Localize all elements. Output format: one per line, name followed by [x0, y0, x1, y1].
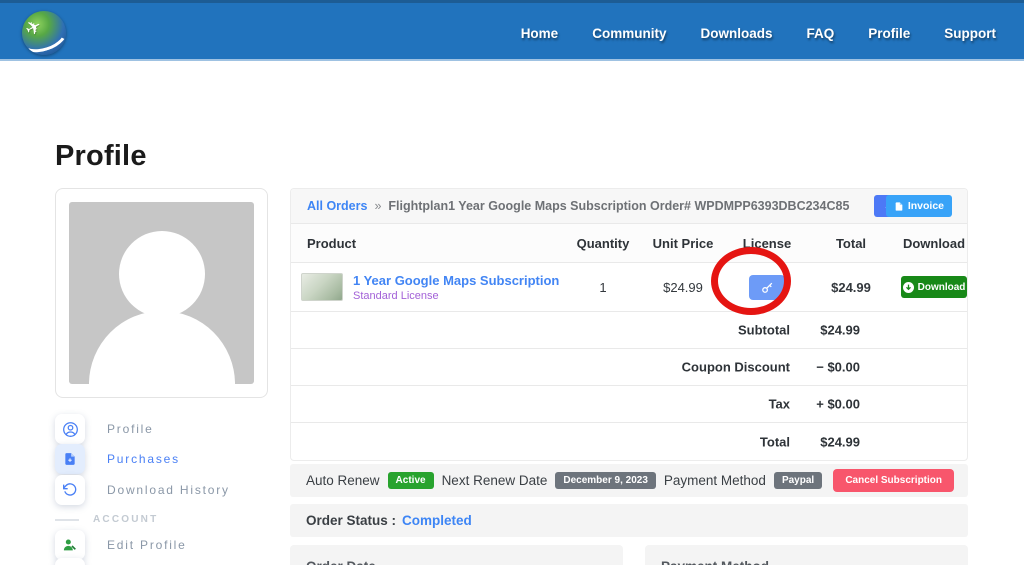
- summary-value: + $0.00: [816, 397, 860, 412]
- next-renew-label: Next Renew Date: [442, 473, 548, 488]
- download-circle-icon: [903, 282, 914, 293]
- next-renew-date-badge: December 9, 2023: [555, 472, 656, 489]
- order-date-panel: Order Date: [290, 545, 623, 565]
- nav-link-faq[interactable]: FAQ: [806, 26, 834, 41]
- summary-row-tax: Tax + $0.00: [291, 386, 967, 423]
- avatar-body-silhouette: [89, 311, 235, 384]
- order-status-value[interactable]: Completed: [402, 513, 472, 528]
- summary-row-total: Total $24.99: [291, 423, 967, 460]
- table-header-row: Product Quantity Unit Price License Tota…: [291, 224, 967, 263]
- summary-row-coupon: Coupon Discount − $0.00: [291, 349, 967, 386]
- auto-renew-label: Auto Renew: [306, 473, 380, 488]
- sidebar-item-label: Purchases: [107, 452, 180, 466]
- summary-label: Total: [760, 434, 790, 449]
- col-header-license: License: [731, 236, 803, 251]
- cancel-subscription-button[interactable]: Cancel Subscription: [833, 469, 954, 492]
- product-thumbnail: [301, 273, 343, 301]
- product-cell: 1 Year Google Maps Subscription Standard…: [291, 272, 571, 302]
- sidebar-item-edit-profile[interactable]: Edit Profile: [55, 530, 187, 560]
- section-divider: [55, 519, 79, 521]
- avatar-head-silhouette: [119, 231, 205, 317]
- quantity-value: 1: [571, 280, 635, 295]
- order-status-label: Order Status :: [306, 513, 396, 528]
- summary-value: $24.99: [820, 434, 860, 449]
- avatar-card: [55, 188, 268, 398]
- col-header-product: Product: [291, 236, 571, 251]
- col-header-download: Download: [899, 236, 969, 251]
- col-header-unit-price: Unit Price: [635, 236, 731, 251]
- nav-link-profile[interactable]: Profile: [868, 26, 910, 41]
- sidebar-item-profile[interactable]: Profile: [55, 414, 154, 444]
- avatar: [69, 202, 254, 384]
- row-total-value: $24.99: [803, 280, 899, 295]
- download-cell: Download: [899, 276, 969, 298]
- summary-label: Subtotal: [738, 323, 790, 338]
- sidebar-section-account: ACCOUNT: [55, 514, 158, 525]
- page: ✈ Home Community Downloads FAQ Profile S…: [0, 0, 1024, 565]
- sidebar-item-clipped[interactable]: [55, 558, 85, 565]
- order-date-panel-title: Order Date: [306, 559, 376, 565]
- sidebar-item-purchases[interactable]: Purchases: [55, 444, 180, 474]
- user-edit-icon: [55, 530, 85, 560]
- key-icon: [761, 281, 774, 294]
- top-navbar: ✈ Home Community Downloads FAQ Profile S…: [0, 0, 1024, 61]
- product-name-link[interactable]: 1 Year Google Maps Subscription: [353, 272, 559, 290]
- license-key-button[interactable]: [749, 275, 785, 300]
- breadcrumb-separator: »: [374, 199, 381, 213]
- invoice-button-label: Invoice: [908, 200, 944, 212]
- summary-label: Tax: [769, 397, 790, 412]
- sidebar-item-download-history[interactable]: Download History: [55, 475, 230, 505]
- breadcrumb-all-orders-link[interactable]: All Orders: [307, 199, 367, 213]
- license-cell: [731, 275, 803, 300]
- table-row: 1 Year Google Maps Subscription Standard…: [291, 263, 967, 312]
- sidebar-item-label: Download History: [107, 483, 230, 497]
- nav-link-support[interactable]: Support: [944, 26, 996, 41]
- sidebar-icon-clipped: [55, 558, 85, 565]
- nav-link-community[interactable]: Community: [592, 26, 666, 41]
- breadcrumb: All Orders » Flightplan1 Year Google Map…: [291, 189, 967, 224]
- nav-link-home[interactable]: Home: [521, 26, 559, 41]
- payment-method-badge: Paypal: [774, 472, 822, 489]
- payment-method-panel-title: Payment Method: [661, 559, 769, 565]
- download-button-label: Download: [918, 282, 966, 293]
- file-icon: [55, 444, 85, 474]
- col-header-quantity: Quantity: [571, 236, 635, 251]
- summary-value: $24.99: [820, 323, 860, 338]
- unit-price-value: $24.99: [635, 280, 731, 295]
- history-icon: [55, 475, 85, 505]
- summary-label: Coupon Discount: [682, 360, 790, 375]
- auto-renew-bar: Auto Renew Active Next Renew Date Decemb…: [290, 464, 968, 497]
- sidebar-item-label: Profile: [107, 422, 154, 436]
- col-header-total: Total: [803, 236, 899, 251]
- auto-renew-status-badge: Active: [388, 472, 434, 489]
- nav-link-downloads[interactable]: Downloads: [700, 26, 772, 41]
- summary-value: − $0.00: [816, 360, 860, 375]
- payment-method-label: Payment Method: [664, 473, 766, 488]
- breadcrumb-current: Flightplan1 Year Google Maps Subscriptio…: [388, 199, 849, 213]
- summary-row-subtotal: Subtotal $24.99: [291, 312, 967, 349]
- site-logo[interactable]: ✈: [22, 11, 66, 55]
- invoice-button[interactable]: Invoice: [886, 195, 952, 217]
- download-button[interactable]: Download: [901, 276, 967, 298]
- sidebar-item-label: Edit Profile: [107, 538, 187, 552]
- page-title: Profile: [55, 140, 147, 173]
- payment-method-panel: Payment Method: [645, 545, 968, 565]
- invoice-file-icon: [894, 201, 904, 212]
- user-circle-icon: [55, 414, 85, 444]
- nav-links: Home Community Downloads FAQ Profile Sup…: [521, 3, 996, 64]
- order-details-card: All Orders » Flightplan1 Year Google Map…: [290, 188, 968, 461]
- order-status-bar: Order Status : Completed: [290, 504, 968, 537]
- section-label: ACCOUNT: [93, 514, 158, 525]
- product-license-type: Standard License: [353, 290, 559, 302]
